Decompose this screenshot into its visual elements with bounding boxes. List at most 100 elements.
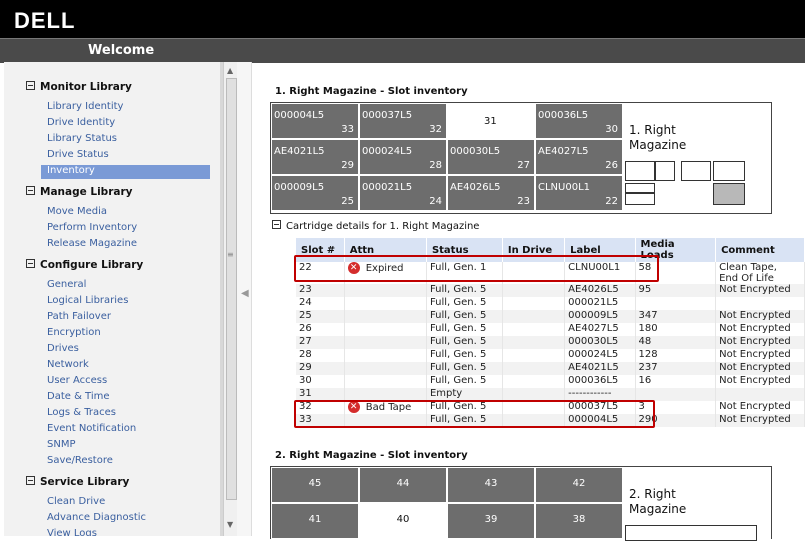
slot-cell[interactable]: AE4027L5 26 [535, 139, 623, 175]
sidebar-section-manage-library[interactable]: Manage Library [26, 186, 132, 198]
sidebar-item-general[interactable]: General [47, 279, 86, 290]
sidebar-item-perform-inventory[interactable]: Perform Inventory [47, 222, 137, 233]
sidebar-item-release-magazine[interactable]: Release Magazine [47, 238, 137, 249]
cell-label: 000021L5 [564, 297, 636, 310]
slot-cell[interactable]: 000024L5 28 [359, 139, 447, 175]
cell-in-drive [502, 336, 566, 349]
slot-number: 45 [308, 478, 322, 489]
slot-number: 41 [308, 514, 322, 525]
scroll-up-icon[interactable]: ▲ [227, 66, 233, 75]
top-bar: DELL [0, 0, 805, 38]
slot-cell[interactable]: 000004L5 33 [271, 103, 359, 139]
slot-number: 24 [429, 196, 442, 207]
sidebar-item-network[interactable]: Network [47, 359, 89, 370]
sidebar-item-clean-drive[interactable]: Clean Drive [47, 496, 105, 507]
cell-slot: 26 [296, 323, 345, 336]
collapse-icon[interactable] [26, 259, 35, 268]
slot-cell[interactable]: 44 [359, 467, 447, 503]
collapse-arrow-icon[interactable]: ◀ [241, 288, 249, 299]
table-row[interactable]: 26 Full, Gen. 5 AE4027L5 180 Not Encrypted [296, 323, 805, 336]
column-header[interactable]: Comment [715, 238, 805, 262]
sidebar-item-encryption[interactable]: Encryption [47, 327, 101, 338]
sidebar-item-drive-status[interactable]: Drive Status [47, 149, 109, 160]
sidebar-section-configure-library[interactable]: Configure Library [26, 259, 143, 271]
scroll-down-icon[interactable]: ▼ [227, 520, 233, 529]
cell-label: AE4027L5 [564, 323, 636, 336]
slot-cell[interactable]: 39 [447, 503, 535, 539]
slot-cell[interactable]: 000037L5 32 [359, 103, 447, 139]
slot-cell[interactable]: 31 [447, 103, 535, 139]
collapse-icon[interactable] [26, 186, 35, 195]
table-row[interactable]: 23 Full, Gen. 5 AE4026L5 95 Not Encrypted [296, 284, 805, 297]
slot-label: 000021L5 [362, 182, 413, 193]
slot-cell[interactable]: 43 [447, 467, 535, 503]
scroll-thumb[interactable] [226, 78, 237, 500]
slot-cell[interactable]: 000021L5 24 [359, 175, 447, 211]
sidebar-item-drives[interactable]: Drives [47, 343, 79, 354]
panel-splitter[interactable]: ◀ [237, 62, 252, 536]
sidebar-section-service-library[interactable]: Service Library [26, 476, 129, 488]
table-row[interactable]: 24 Full, Gen. 5 000021L5 [296, 297, 805, 310]
slot-cell[interactable]: 000030L5 27 [447, 139, 535, 175]
comment-text: Clean Tape, [719, 262, 777, 273]
sidebar-item-path-failover[interactable]: Path Failover [47, 311, 111, 322]
slot-cell[interactable]: 000036L5 30 [535, 103, 623, 139]
sidebar-item-move-media[interactable]: Move Media [47, 206, 107, 217]
sidebar-item-save-restore[interactable]: Save/Restore [47, 455, 113, 466]
sidebar-item-library-status[interactable]: Library Status [47, 133, 117, 144]
cell-attn [344, 336, 427, 349]
sidebar-item-event-notification[interactable]: Event Notification [47, 423, 136, 434]
cell-slot: 30 [296, 375, 345, 388]
page-title: Welcome [88, 43, 155, 58]
cell-label: 000009L5 [564, 310, 636, 323]
sidebar-item-library-identity[interactable]: Library Identity [47, 101, 123, 112]
sidebar-item-inventory[interactable]: Inventory [41, 165, 210, 179]
slot-number: 23 [517, 196, 530, 207]
sidebar-item-date-time[interactable]: Date & Time [47, 391, 110, 402]
cell-slot: 25 [296, 310, 345, 323]
sidebar-item-logical-libraries[interactable]: Logical Libraries [47, 295, 128, 306]
sidebar-item-user-access[interactable]: User Access [47, 375, 107, 386]
slot-cell[interactable]: 45 [271, 467, 359, 503]
slot-cell[interactable]: CLNU00L1 22 [535, 175, 623, 211]
magazine2-grid: 45 44 43 42 41 40 39 38 2. Right Magazine [270, 466, 772, 541]
collapse-icon[interactable] [26, 476, 35, 485]
magazine2-title: 2. Right Magazine - Slot inventory [275, 450, 468, 461]
cell-in-drive [502, 284, 566, 297]
magazine1-grid: 000004L5 33 000037L5 32 31 000036L5 30 AE4021L5… [270, 102, 772, 214]
sidebar-item-advance-diagnostic[interactable]: Advance Diagnostic [47, 512, 146, 523]
table-row[interactable]: 25 Full, Gen. 5 000009L5 347 Not Encrypted [296, 310, 805, 323]
cell-slot: 29 [296, 362, 345, 375]
slot-cell[interactable]: 41 [271, 503, 359, 539]
slot-cell[interactable]: 38 [535, 503, 623, 539]
slot-number: 42 [572, 478, 586, 489]
table-row[interactable]: 30 Full, Gen. 5 000036L5 16 Not Encrypted [296, 375, 805, 388]
cell-status: Full, Gen. 5 [426, 297, 503, 310]
sidebar-item-view-logs[interactable]: View Logs [47, 528, 97, 536]
sidebar-item-drive-identity[interactable]: Drive Identity [47, 117, 115, 128]
collapse-icon[interactable] [272, 220, 281, 229]
sidebar-item-logs-traces[interactable]: Logs & Traces [47, 407, 116, 418]
sidebar-scrollbar[interactable]: ▲ ≡ ▼ [223, 62, 238, 536]
slot-cell[interactable]: 000009L5 25 [271, 175, 359, 211]
sidebar-item-snmp[interactable]: SNMP [47, 439, 76, 450]
slot-label: 000036L5 [538, 110, 589, 121]
table-row[interactable]: 29 Full, Gen. 5 AE4021L5 237 Not Encrypted [296, 362, 805, 375]
collapse-icon[interactable] [26, 81, 35, 90]
sidebar-section-monitor-library[interactable]: Monitor Library [26, 81, 132, 93]
magazine-label-line2: Magazine [629, 502, 687, 516]
cell-comment [715, 297, 805, 310]
slot-cell[interactable]: AE4021L5 29 [271, 139, 359, 175]
magazine-diagram-block [625, 525, 757, 541]
table-row[interactable]: 28 Full, Gen. 5 000024L5 128 Not Encrypted [296, 349, 805, 362]
cell-label: 000024L5 [564, 349, 636, 362]
table-row[interactable]: 27 Full, Gen. 5 000030L5 48 Not Encrypted [296, 336, 805, 349]
cell-loads: 347 [635, 310, 717, 323]
slot-cell[interactable]: 42 [535, 467, 623, 503]
cartridge-details-header[interactable]: Cartridge details for 1. Right Magazine [272, 220, 479, 232]
sidebar-nav: Monitor Library Library Identity Drive Ide… [4, 62, 220, 536]
slot-number: 39 [484, 514, 498, 525]
slot-cell[interactable]: AE4026L5 23 [447, 175, 535, 211]
slot-number: 44 [396, 478, 410, 489]
slot-cell[interactable]: 40 [359, 503, 447, 539]
